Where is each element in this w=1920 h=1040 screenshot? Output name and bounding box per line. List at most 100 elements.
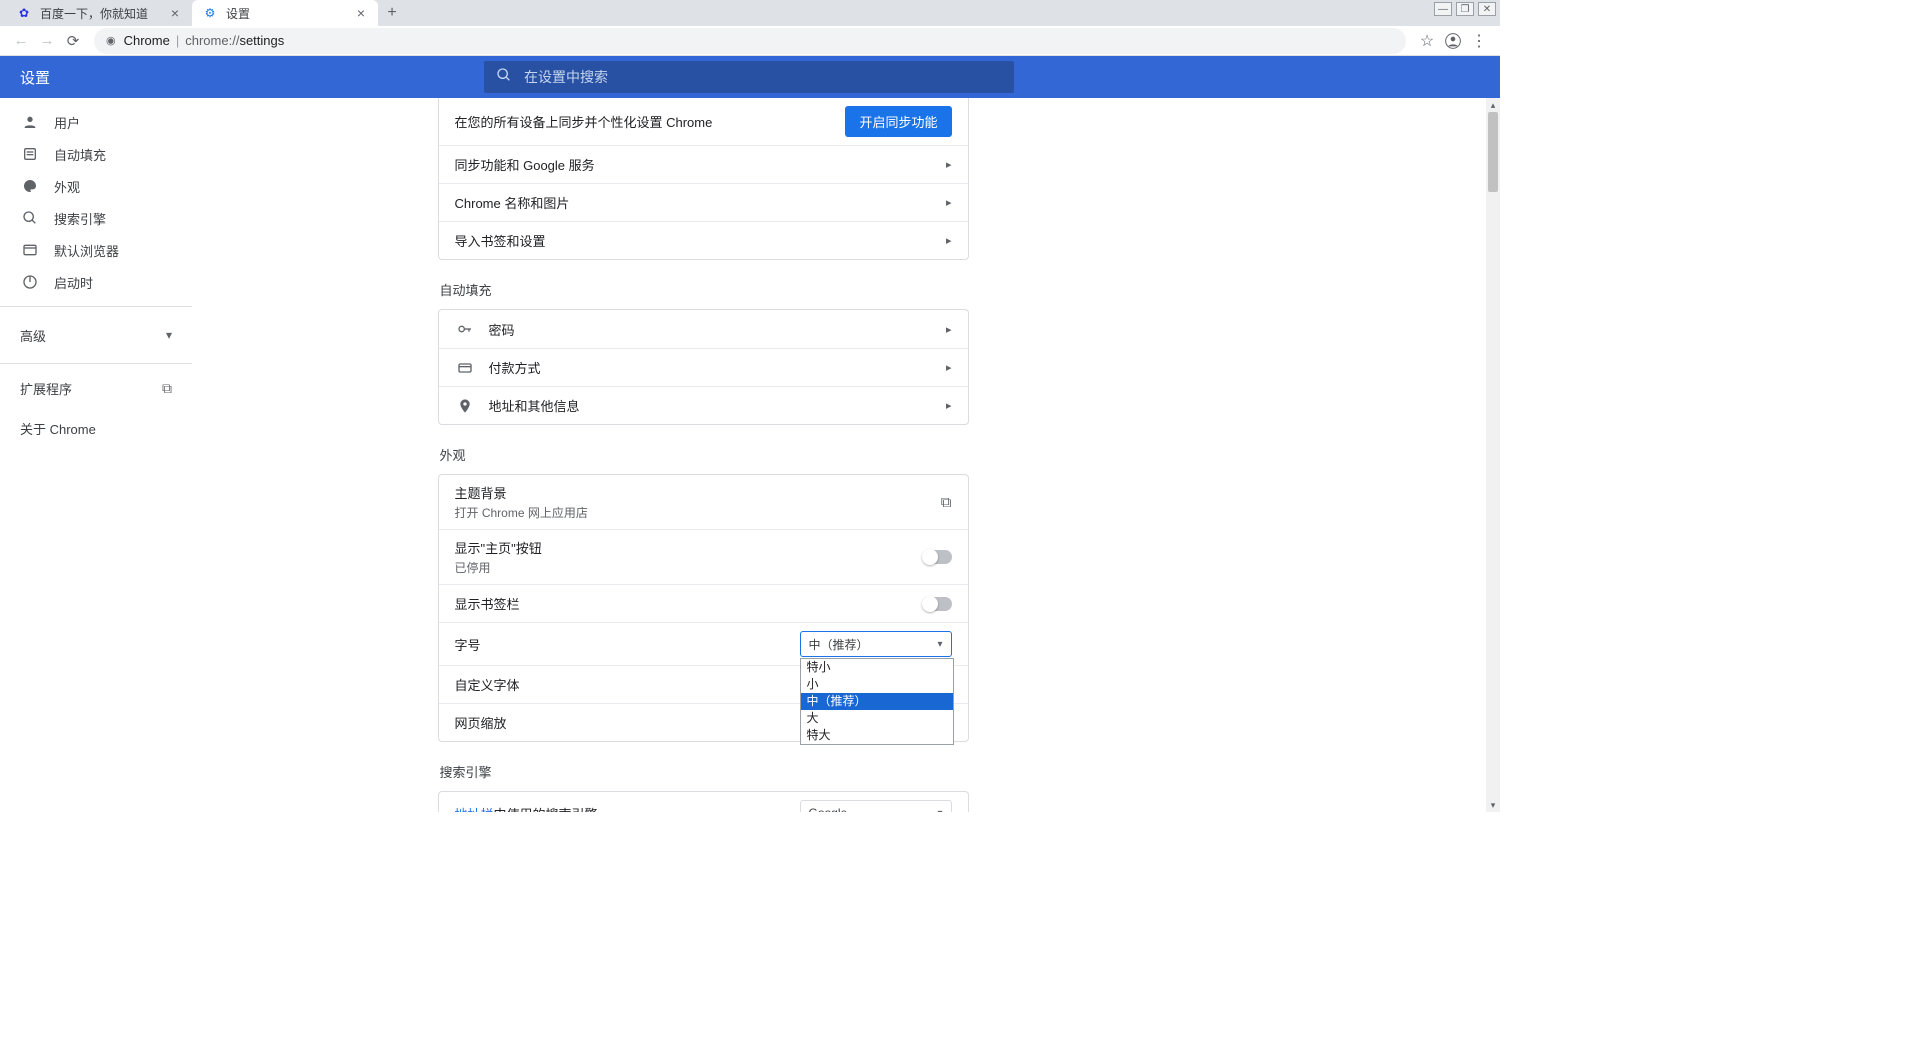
- sync-card: 在您的所有设备上同步并个性化设置 Chrome 开启同步功能 同步功能和 Goo…: [438, 98, 969, 260]
- omnibox-secure-label: Chrome: [124, 33, 170, 48]
- homebutton-sublabel: 已停用: [455, 559, 542, 576]
- fontsize-option[interactable]: 特小: [801, 659, 953, 676]
- import-bookmarks-row[interactable]: 导入书签和设置▸: [439, 221, 968, 259]
- card-icon: [455, 360, 475, 376]
- fontsize-option[interactable]: 大: [801, 710, 953, 727]
- back-button[interactable]: ←: [8, 28, 34, 54]
- menu-icon[interactable]: ⋮: [1466, 28, 1492, 54]
- row-label: Chrome 名称和图片: [455, 193, 946, 212]
- theme-sublabel: 打开 Chrome 网上应用店: [455, 504, 588, 521]
- sidebar-label: 用户: [54, 113, 80, 132]
- new-tab-button[interactable]: +: [378, 0, 406, 26]
- sidebar-about-link[interactable]: 关于 Chrome: [0, 412, 192, 444]
- browser-icon: [20, 240, 40, 260]
- reload-button[interactable]: ⟳: [60, 28, 86, 54]
- searchengine-section-title: 搜索引擎: [438, 762, 969, 781]
- tab-title: 百度一下，你就知道: [40, 5, 162, 22]
- row-label: 密码: [489, 320, 515, 339]
- payment-row[interactable]: 付款方式▸: [439, 348, 968, 386]
- homebutton-label: 显示"主页"按钮: [455, 538, 542, 557]
- chevron-right-icon: ▸: [946, 399, 952, 412]
- browser-titlebar: ✿ 百度一下，你就知道 × ⚙ 设置 × + — ❐ ✕: [0, 0, 1500, 26]
- external-link-icon: ⧉: [162, 380, 172, 397]
- sidebar-label: 自动填充: [54, 145, 106, 164]
- fontsize-label: 字号: [455, 635, 800, 654]
- searchengine-desc-rest: 中使用的搜索引擎: [494, 807, 598, 813]
- addresses-row[interactable]: 地址和其他信息 ▸: [439, 386, 968, 424]
- search-icon: [496, 67, 512, 87]
- window-minimize-icon[interactable]: —: [1434, 2, 1452, 16]
- theme-row[interactable]: 主题背景打开 Chrome 网上应用店 ⧉: [439, 475, 968, 529]
- scrollbar[interactable]: ▴ ▾: [1486, 98, 1500, 812]
- bookmark-star-icon[interactable]: ☆: [1414, 28, 1440, 54]
- searchengine-value: Google: [809, 806, 848, 812]
- chevron-right-icon: ▸: [946, 234, 952, 247]
- power-icon: [20, 272, 40, 292]
- window-maximize-icon[interactable]: ❐: [1456, 2, 1474, 16]
- addressbar-link[interactable]: 地址栏: [455, 807, 494, 813]
- sidebar-label: 外观: [54, 177, 80, 196]
- sidebar-advanced-toggle[interactable]: 高级▾: [0, 315, 192, 355]
- palette-icon: [20, 176, 40, 196]
- settings-favicon: ⚙: [202, 5, 218, 21]
- browser-tab-baidu[interactable]: ✿ 百度一下，你就知道 ×: [6, 0, 192, 26]
- sidebar-item-default-browser[interactable]: 默认浏览器: [0, 234, 192, 266]
- searchengine-select[interactable]: Google ▾: [800, 800, 952, 812]
- settings-sidebar: 用户 自动填充 外观 搜索引擎 默认浏览器 启动时 高级▾ 扩展程序 ⧉ 关于 C…: [0, 98, 192, 812]
- sidebar-label: 默认浏览器: [54, 241, 119, 260]
- fontsize-option-selected[interactable]: 中（推荐）: [801, 693, 953, 710]
- person-icon: [20, 112, 40, 132]
- tab-close-icon[interactable]: ×: [168, 6, 182, 20]
- fontsize-option[interactable]: 小: [801, 676, 953, 693]
- forward-button[interactable]: →: [34, 28, 60, 54]
- appearance-section-title: 外观: [438, 445, 969, 464]
- scrollbar-thumb[interactable]: [1488, 112, 1498, 192]
- sync-enable-button[interactable]: 开启同步功能: [845, 106, 951, 137]
- tab-title: 设置: [226, 5, 348, 22]
- tab-close-icon[interactable]: ×: [354, 6, 368, 20]
- sidebar-label: 启动时: [54, 273, 93, 292]
- settings-search[interactable]: [484, 61, 1014, 93]
- sidebar-extensions-link[interactable]: 扩展程序 ⧉: [0, 372, 192, 404]
- omnibox-url-path: settings: [239, 33, 284, 48]
- scroll-down-icon[interactable]: ▾: [1486, 798, 1500, 812]
- chrome-name-row[interactable]: Chrome 名称和图片▸: [439, 183, 968, 221]
- dropdown-arrow-icon: ▾: [937, 808, 942, 813]
- sidebar-extensions-label: 扩展程序: [20, 379, 72, 398]
- bookmarks-toggle[interactable]: [924, 597, 952, 611]
- search-input[interactable]: [524, 69, 1002, 85]
- fontsize-select[interactable]: 中（推荐） ▾ 特小 小 中（推荐） 大 特大: [800, 631, 952, 657]
- sidebar-item-search[interactable]: 搜索引擎: [0, 202, 192, 234]
- autofill-section-title: 自动填充: [438, 280, 969, 299]
- sidebar-label: 搜索引擎: [54, 209, 106, 228]
- searchengine-row: 地址栏中使用的搜索引擎 Google ▾: [439, 792, 968, 812]
- address-bar[interactable]: ◉ Chrome | chrome://settings: [94, 28, 1406, 54]
- settings-main: 在您的所有设备上同步并个性化设置 Chrome 开启同步功能 同步功能和 Goo…: [192, 98, 1500, 812]
- sidebar-item-autofill[interactable]: 自动填充: [0, 138, 192, 170]
- searchengine-desc: 地址栏中使用的搜索引擎: [455, 804, 800, 813]
- sidebar-item-startup[interactable]: 启动时: [0, 266, 192, 298]
- searchengine-card: 地址栏中使用的搜索引擎 Google ▾: [438, 791, 969, 812]
- sidebar-item-user[interactable]: 用户: [0, 106, 192, 138]
- theme-label: 主题背景: [455, 483, 588, 502]
- bookmarks-label: 显示书签栏: [455, 594, 924, 613]
- fontsize-row: 字号 中（推荐） ▾ 特小 小 中（推荐） 大 特大: [439, 622, 968, 665]
- sync-services-row[interactable]: 同步功能和 Google 服务▸: [439, 145, 968, 183]
- window-close-icon[interactable]: ✕: [1478, 2, 1496, 16]
- homebutton-toggle[interactable]: [924, 550, 952, 564]
- chevron-right-icon: ▸: [946, 196, 952, 209]
- fontsize-dropdown: 特小 小 中（推荐） 大 特大: [800, 658, 954, 745]
- dropdown-arrow-icon: ▾: [937, 639, 942, 650]
- profile-icon[interactable]: [1440, 28, 1466, 54]
- chevron-right-icon: ▸: [946, 361, 952, 374]
- browser-tab-settings[interactable]: ⚙ 设置 ×: [192, 0, 378, 26]
- sidebar-advanced-label: 高级: [20, 326, 46, 345]
- omnibox-url-prefix: chrome://: [185, 33, 239, 48]
- passwords-row[interactable]: 密码 ▸: [439, 310, 968, 348]
- sidebar-item-appearance[interactable]: 外观: [0, 170, 192, 202]
- row-label: 地址和其他信息: [489, 396, 580, 415]
- omnibox-separator: |: [176, 33, 179, 48]
- fontsize-option[interactable]: 特大: [801, 727, 953, 744]
- chevron-right-icon: ▸: [946, 323, 952, 336]
- scroll-up-icon[interactable]: ▴: [1486, 98, 1500, 112]
